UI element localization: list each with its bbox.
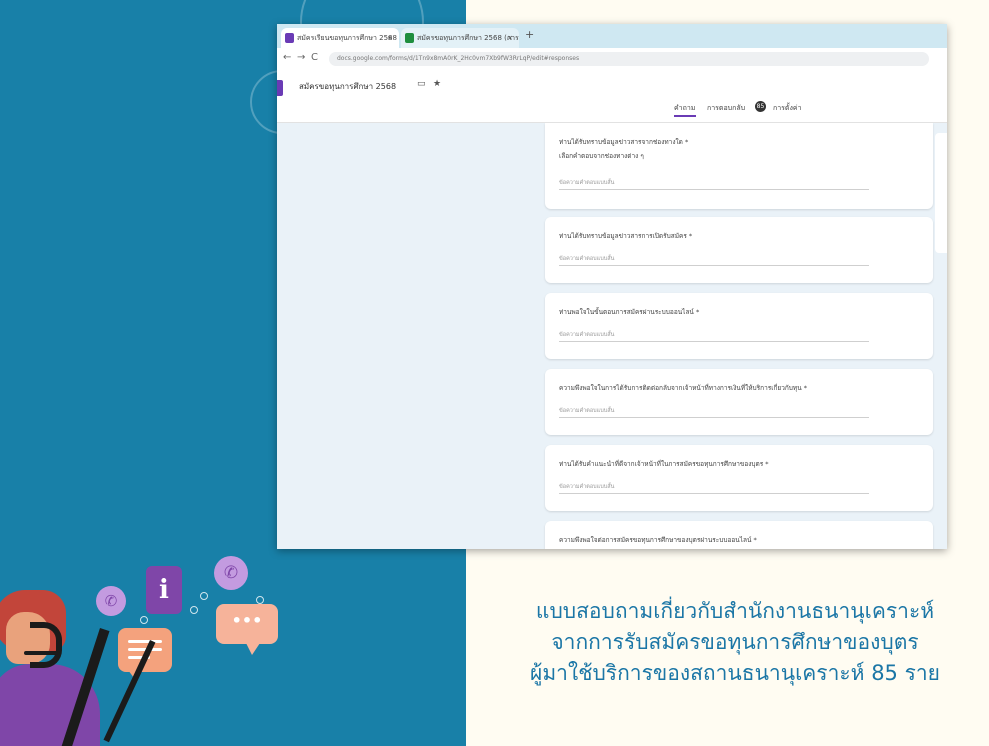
caption-line-3: ผู้มาใช้บริการของสถานธนานุเคราะห์ 85 ราย — [495, 658, 975, 689]
caption-line-1: แบบสอบถามเกี่ยวกับสำนักงานธนานุเคราะห์ — [535, 599, 935, 623]
floating-toolbar[interactable] — [935, 133, 947, 253]
question-text: ความพึงพอใจต่อการสมัครขอทุนการศึกษาของบุ… — [559, 536, 757, 544]
back-icon[interactable]: ← — [283, 52, 291, 63]
decor-dot — [200, 592, 208, 600]
star-icon[interactable]: ★ — [433, 79, 441, 89]
form-title[interactable]: สมัครขอทุนการศึกษา 2568 — [299, 80, 396, 93]
caption-line-2: จากการรับสมัครขอทุนการศึกษาของบุตร — [551, 630, 919, 654]
question-card[interactable]: ความพึงพอใจต่อการสมัครขอทุนการศึกษาของบุ… — [545, 521, 933, 549]
question-card[interactable]: ท่านได้รับทราบข้อมูลข่าวสารจากช่องทางใด … — [545, 123, 933, 209]
answer-placeholder: ข้อความคำตอบแบบสั้น — [559, 180, 615, 186]
answer-underline — [559, 341, 869, 342]
forward-icon[interactable]: → — [297, 52, 305, 63]
question-description: เลือกคำตอบจากช่องทางต่าง ๆ — [559, 152, 644, 160]
caption-line-3-suffix: ราย — [897, 661, 940, 685]
question-card[interactable]: ความพึงพอใจในการได้รับการติดต่อกลับจากเจ… — [545, 369, 933, 435]
forms-logo-icon — [277, 80, 283, 96]
forms-favicon-icon — [285, 33, 294, 43]
question-card[interactable]: ท่านได้รับคำแนะนำที่ดีจากเจ้าหน้าที่ในกา… — [545, 445, 933, 511]
url-input[interactable]: docs.google.com/forms/d/1Tn9x8mA0rK_2Hc0… — [329, 52, 929, 66]
answer-placeholder: ข้อความคำตอบแบบสั้น — [559, 256, 615, 262]
decor-dot — [190, 606, 198, 614]
question-card[interactable]: ท่านได้รับทราบข้อมูลข่าวสารการเปิดรับสมั… — [545, 217, 933, 283]
info-icon: i — [146, 566, 182, 614]
tab-responses[interactable]: การตอบกลับ — [707, 103, 745, 114]
sheets-favicon-icon — [405, 33, 414, 43]
tab-close-icon[interactable]: × — [387, 28, 393, 48]
decor-dot — [256, 596, 264, 604]
decor-dot — [140, 616, 148, 624]
form-header: สมัครขอทุนการศึกษา 2568 ▭ ★ คำถาม การตอบ… — [277, 70, 947, 123]
answer-underline — [559, 493, 869, 494]
answer-placeholder: ข้อความคำตอบแบบสั้น — [559, 484, 615, 490]
question-text: ท่านได้รับคำแนะนำที่ดีจากเจ้าหน้าที่ในกา… — [559, 460, 769, 468]
caption-count: 85 — [871, 661, 898, 685]
form-body: ท่านได้รับทราบข้อมูลข่าวสารจากช่องทางใด … — [277, 123, 947, 549]
headset-icon — [30, 622, 62, 668]
phone-icon: ✆ — [96, 586, 126, 616]
response-count-badge: 85 — [755, 101, 766, 112]
question-card[interactable]: ท่านพอใจในขั้นตอนการสมัครผ่านระบบออนไลน์… — [545, 293, 933, 359]
question-text: ความพึงพอใจในการได้รับการติดต่อกลับจากเจ… — [559, 384, 807, 392]
answer-underline — [559, 417, 869, 418]
tab-label: สมัครขอทุนการศึกษา 2568 (การ — [417, 34, 519, 42]
answer-underline — [559, 189, 869, 190]
browser-window: สมัครเรียนขอทุนการศึกษา 2568 - G × สมัคร… — [277, 24, 947, 549]
tab-close-icon[interactable]: × — [507, 28, 513, 48]
microphone-icon — [24, 651, 58, 655]
browser-tabbar: สมัครเรียนขอทุนการศึกษา 2568 - G × สมัคร… — [277, 24, 947, 48]
phone-icon: ✆ — [214, 556, 248, 590]
chat-bubble-icon: ••• — [216, 604, 278, 644]
question-text: ท่านพอใจในขั้นตอนการสมัครผ่านระบบออนไลน์… — [559, 308, 700, 316]
folder-icon[interactable]: ▭ — [417, 79, 426, 89]
browser-tab[interactable]: สมัครขอทุนการศึกษา 2568 (การ × — [401, 28, 519, 48]
caption: แบบสอบถามเกี่ยวกับสำนักงานธนานุเคราะห์ จ… — [495, 596, 975, 689]
question-text: ท่านได้รับทราบข้อมูลข่าวสารการเปิดรับสมั… — [559, 232, 693, 240]
tab-label: สมัครเรียนขอทุนการศึกษา 2568 - G — [297, 34, 399, 42]
reload-icon[interactable]: C — [311, 52, 318, 63]
answer-placeholder: ข้อความคำตอบแบบสั้น — [559, 332, 615, 338]
caption-line-3-prefix: ผู้มาใช้บริการของสถานธนานุเคราะห์ — [530, 661, 872, 685]
chat-bubble-tail — [246, 643, 260, 655]
answer-placeholder: ข้อความคำตอบแบบสั้น — [559, 408, 615, 414]
address-bar-row: ← → C docs.google.com/forms/d/1Tn9x8mA0r… — [277, 48, 947, 71]
question-text: ท่านได้รับทราบข้อมูลข่าวสารจากช่องทางใด … — [559, 138, 689, 146]
active-tab-indicator — [674, 115, 696, 117]
tab-questions[interactable]: คำถาม — [674, 103, 695, 114]
tab-settings[interactable]: การตั้งค่า — [773, 103, 802, 114]
answer-underline — [559, 265, 869, 266]
browser-tab[interactable]: สมัครเรียนขอทุนการศึกษา 2568 - G × — [281, 28, 399, 48]
new-tab-button[interactable]: + — [525, 28, 534, 41]
